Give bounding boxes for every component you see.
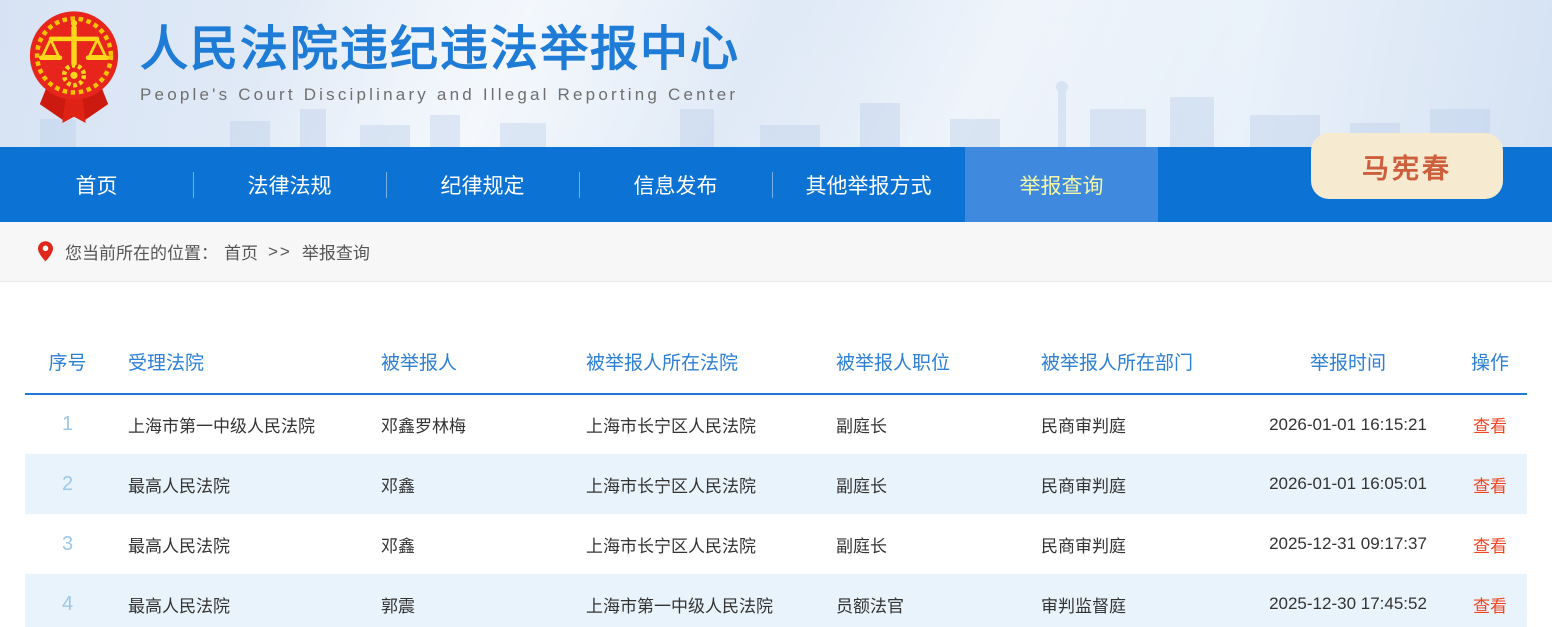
breadcrumb-prefix: 您当前所在的位置： <box>65 239 218 264</box>
cell-report-time: 2026-01-01 16:05:01 <box>1243 454 1453 514</box>
cell-index: 1 <box>25 394 110 454</box>
user-name-badge[interactable]: 马宪春 <box>1311 133 1503 199</box>
col-header-position: 被举报人职位 <box>818 332 1023 394</box>
table-row: 4 最高人民法院 郭震 上海市第一中级人民法院 员额法官 审判监督庭 2025-… <box>25 574 1527 627</box>
cell-reported-person: 郭震 <box>363 574 568 627</box>
breadcrumb-home-link[interactable]: 首页 <box>224 239 258 264</box>
page-title: 人民法院违纪违法举报中心 <box>140 22 740 77</box>
cell-report-time: 2025-12-30 17:45:52 <box>1243 574 1453 627</box>
cell-position: 副庭长 <box>818 514 1023 574</box>
table-row: 1 上海市第一中级人民法院 邓鑫罗林梅 上海市长宁区人民法院 副庭长 民商审判庭… <box>25 394 1527 454</box>
main-nav: 首页 法律法规 纪律规定 信息发布 其他举报方式 举报查询 马宪春 <box>0 147 1552 222</box>
nav-item-information[interactable]: 信息发布 <box>579 147 772 222</box>
cell-position: 员额法官 <box>818 574 1023 627</box>
col-header-report-time: 举报时间 <box>1243 332 1453 394</box>
view-link[interactable]: 查看 <box>1473 537 1507 556</box>
cell-department: 民商审判庭 <box>1023 454 1243 514</box>
col-header-reported-court: 被举报人所在法院 <box>568 332 818 394</box>
site-header: 人民法院违纪违法举报中心 People's Court Disciplinary… <box>0 0 1552 147</box>
site-titles: 人民法院违纪违法举报中心 People's Court Disciplinary… <box>140 22 740 105</box>
cell-accepting-court: 最高人民法院 <box>110 574 363 627</box>
view-link[interactable]: 查看 <box>1473 417 1507 436</box>
nav-item-home[interactable]: 首页 <box>0 147 193 222</box>
court-emblem-logo <box>20 5 128 133</box>
cell-accepting-court: 最高人民法院 <box>110 454 363 514</box>
col-header-accepting-court: 受理法院 <box>110 332 363 394</box>
cell-reported-person: 邓鑫 <box>363 454 568 514</box>
cell-report-time: 2025-12-31 09:17:37 <box>1243 514 1453 574</box>
nav-item-discipline-rules[interactable]: 纪律规定 <box>386 147 579 222</box>
col-header-department: 被举报人所在部门 <box>1023 332 1243 394</box>
col-header-action: 操作 <box>1453 332 1527 394</box>
view-link[interactable]: 查看 <box>1473 477 1507 496</box>
cell-accepting-court: 最高人民法院 <box>110 514 363 574</box>
col-header-reported-person: 被举报人 <box>363 332 568 394</box>
table-header-row: 序号 受理法院 被举报人 被举报人所在法院 被举报人职位 被举报人所在部门 举报… <box>25 332 1527 394</box>
cell-department: 审判监督庭 <box>1023 574 1243 627</box>
cell-report-time: 2026-01-01 16:15:21 <box>1243 394 1453 454</box>
cell-accepting-court: 上海市第一中级人民法院 <box>110 394 363 454</box>
cell-reported-court: 上海市第一中级人民法院 <box>568 574 818 627</box>
cell-position: 副庭长 <box>818 394 1023 454</box>
cell-reported-court: 上海市长宁区人民法院 <box>568 394 818 454</box>
table-row: 3 最高人民法院 邓鑫 上海市长宁区人民法院 副庭长 民商审判庭 2025-12… <box>25 514 1527 574</box>
cell-reported-person: 邓鑫罗林梅 <box>363 394 568 454</box>
main-content: 序号 受理法院 被举报人 被举报人所在法院 被举报人职位 被举报人所在部门 举报… <box>0 282 1552 627</box>
cell-index: 2 <box>25 454 110 514</box>
cell-reported-court: 上海市长宁区人民法院 <box>568 454 818 514</box>
cell-department: 民商审判庭 <box>1023 394 1243 454</box>
col-header-index: 序号 <box>25 332 110 394</box>
cell-index: 3 <box>25 514 110 574</box>
cell-index: 4 <box>25 574 110 627</box>
nav-item-report-query[interactable]: 举报查询 <box>965 147 1158 222</box>
report-query-table: 序号 受理法院 被举报人 被举报人所在法院 被举报人职位 被举报人所在部门 举报… <box>25 332 1527 627</box>
breadcrumb: 您当前所在的位置： 首页 >> 举报查询 <box>0 222 1552 282</box>
page-subtitle: People's Court Disciplinary and Illegal … <box>140 85 740 105</box>
nav-item-laws[interactable]: 法律法规 <box>193 147 386 222</box>
nav-item-other-report-methods[interactable]: 其他举报方式 <box>772 147 965 222</box>
cell-reported-person: 邓鑫 <box>363 514 568 574</box>
cell-reported-court: 上海市长宁区人民法院 <box>568 514 818 574</box>
breadcrumb-separator: >> <box>268 242 292 262</box>
cell-department: 民商审判庭 <box>1023 514 1243 574</box>
location-pin-icon <box>38 241 53 262</box>
cell-position: 副庭长 <box>818 454 1023 514</box>
table-row: 2 最高人民法院 邓鑫 上海市长宁区人民法院 副庭长 民商审判庭 2026-01… <box>25 454 1527 514</box>
view-link[interactable]: 查看 <box>1473 597 1507 616</box>
breadcrumb-current: 举报查询 <box>302 239 370 264</box>
